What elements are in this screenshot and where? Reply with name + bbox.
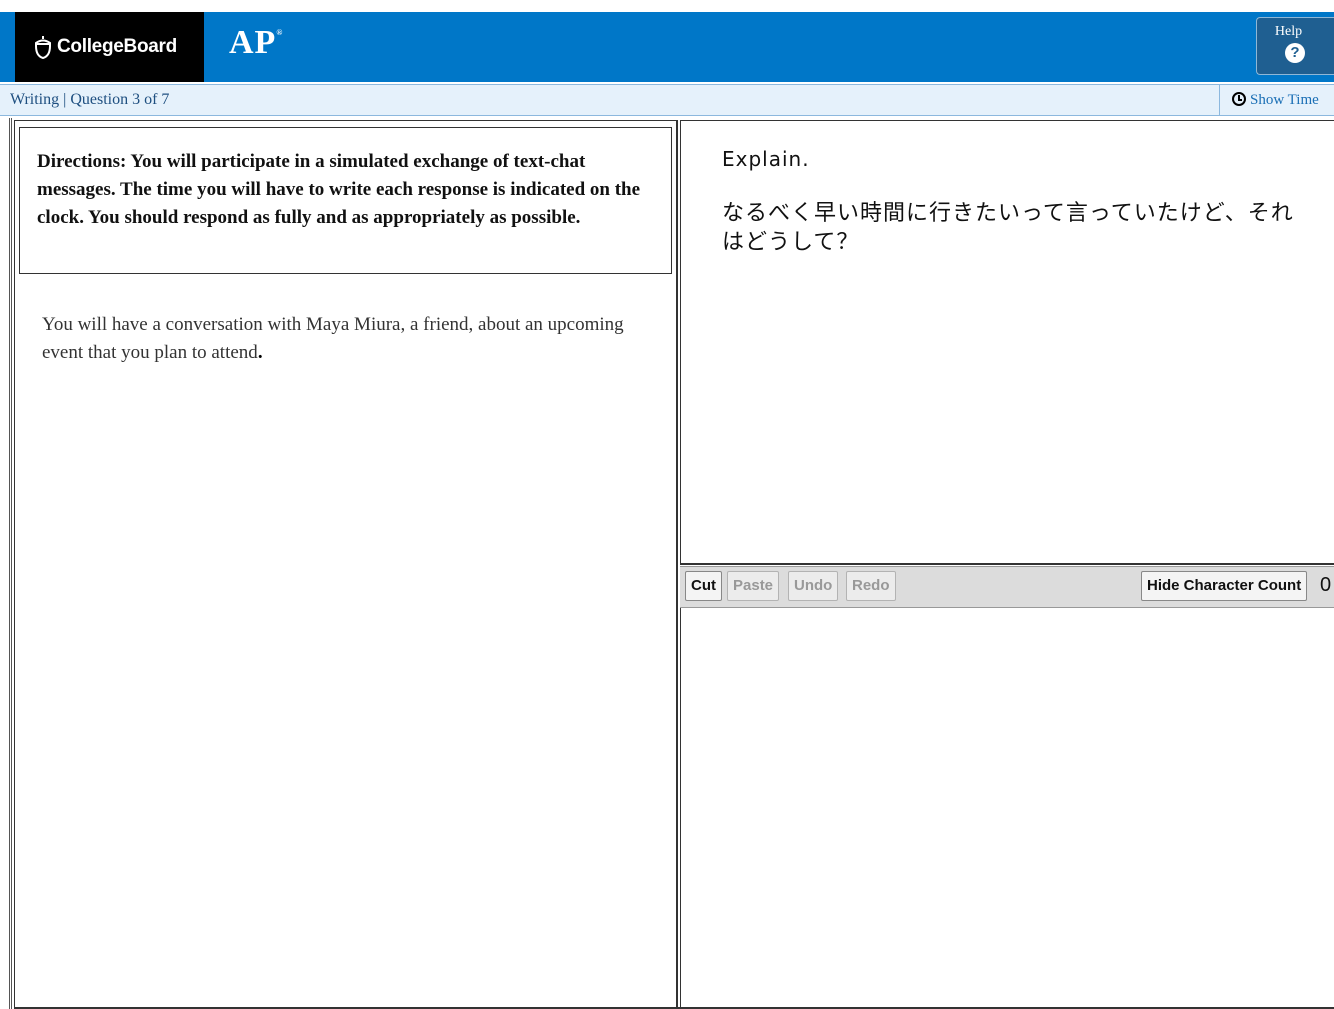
- editor-toolbar: Cut Paste Undo Redo Hide Character Count…: [680, 566, 1334, 608]
- undo-button[interactable]: Undo: [788, 571, 839, 601]
- brand-name: CollegeBoard: [57, 36, 177, 57]
- prompt-message: なるべく早い時間に行きたいって言っていたけど、それはどうして？: [722, 201, 1294, 255]
- redo-button[interactable]: Redo: [846, 571, 896, 601]
- question-subbar: Writing | Question 3 of 7 Show Time: [0, 84, 1334, 116]
- intro-text-period: .: [257, 342, 263, 363]
- cut-button[interactable]: Cut: [685, 571, 722, 601]
- clock-icon: [1232, 92, 1246, 106]
- character-count: 0: [1320, 574, 1332, 596]
- ap-logo: AP®: [229, 24, 282, 62]
- top-header: CollegeBoard AP® Help ?: [0, 12, 1334, 82]
- registered-mark: ®: [276, 28, 283, 37]
- prompt-panel: Explain. なるべく早い時間に行きたいって言っていたけど、それはどうして？: [680, 120, 1334, 565]
- program-name: AP: [229, 24, 277, 61]
- hide-character-count-button[interactable]: Hide Character Count: [1141, 571, 1308, 601]
- stimulus-panel: Directions: You will participate in a si…: [14, 120, 677, 1009]
- directions-box: Directions: You will participate in a si…: [19, 127, 672, 274]
- left-frame-border: [9, 118, 12, 1009]
- breadcrumb: Writing | Question 3 of 7: [10, 91, 170, 108]
- prompt-instruction: Explain.: [722, 147, 810, 171]
- show-time-label: Show Time: [1250, 92, 1319, 108]
- intro-text-main: You will have a conversation with Maya M…: [42, 314, 624, 363]
- acorn-icon: [35, 36, 51, 59]
- help-label: Help: [1274, 24, 1303, 39]
- response-textarea[interactable]: [680, 608, 1334, 1009]
- help-button[interactable]: Help ?: [1256, 17, 1334, 75]
- collegeboard-logo: CollegeBoard: [15, 12, 204, 82]
- intro-text: You will have a conversation with Maya M…: [42, 311, 642, 367]
- show-time-button[interactable]: Show Time: [1219, 85, 1334, 116]
- paste-button[interactable]: Paste: [727, 571, 780, 601]
- question-circle-icon: ?: [1285, 43, 1305, 63]
